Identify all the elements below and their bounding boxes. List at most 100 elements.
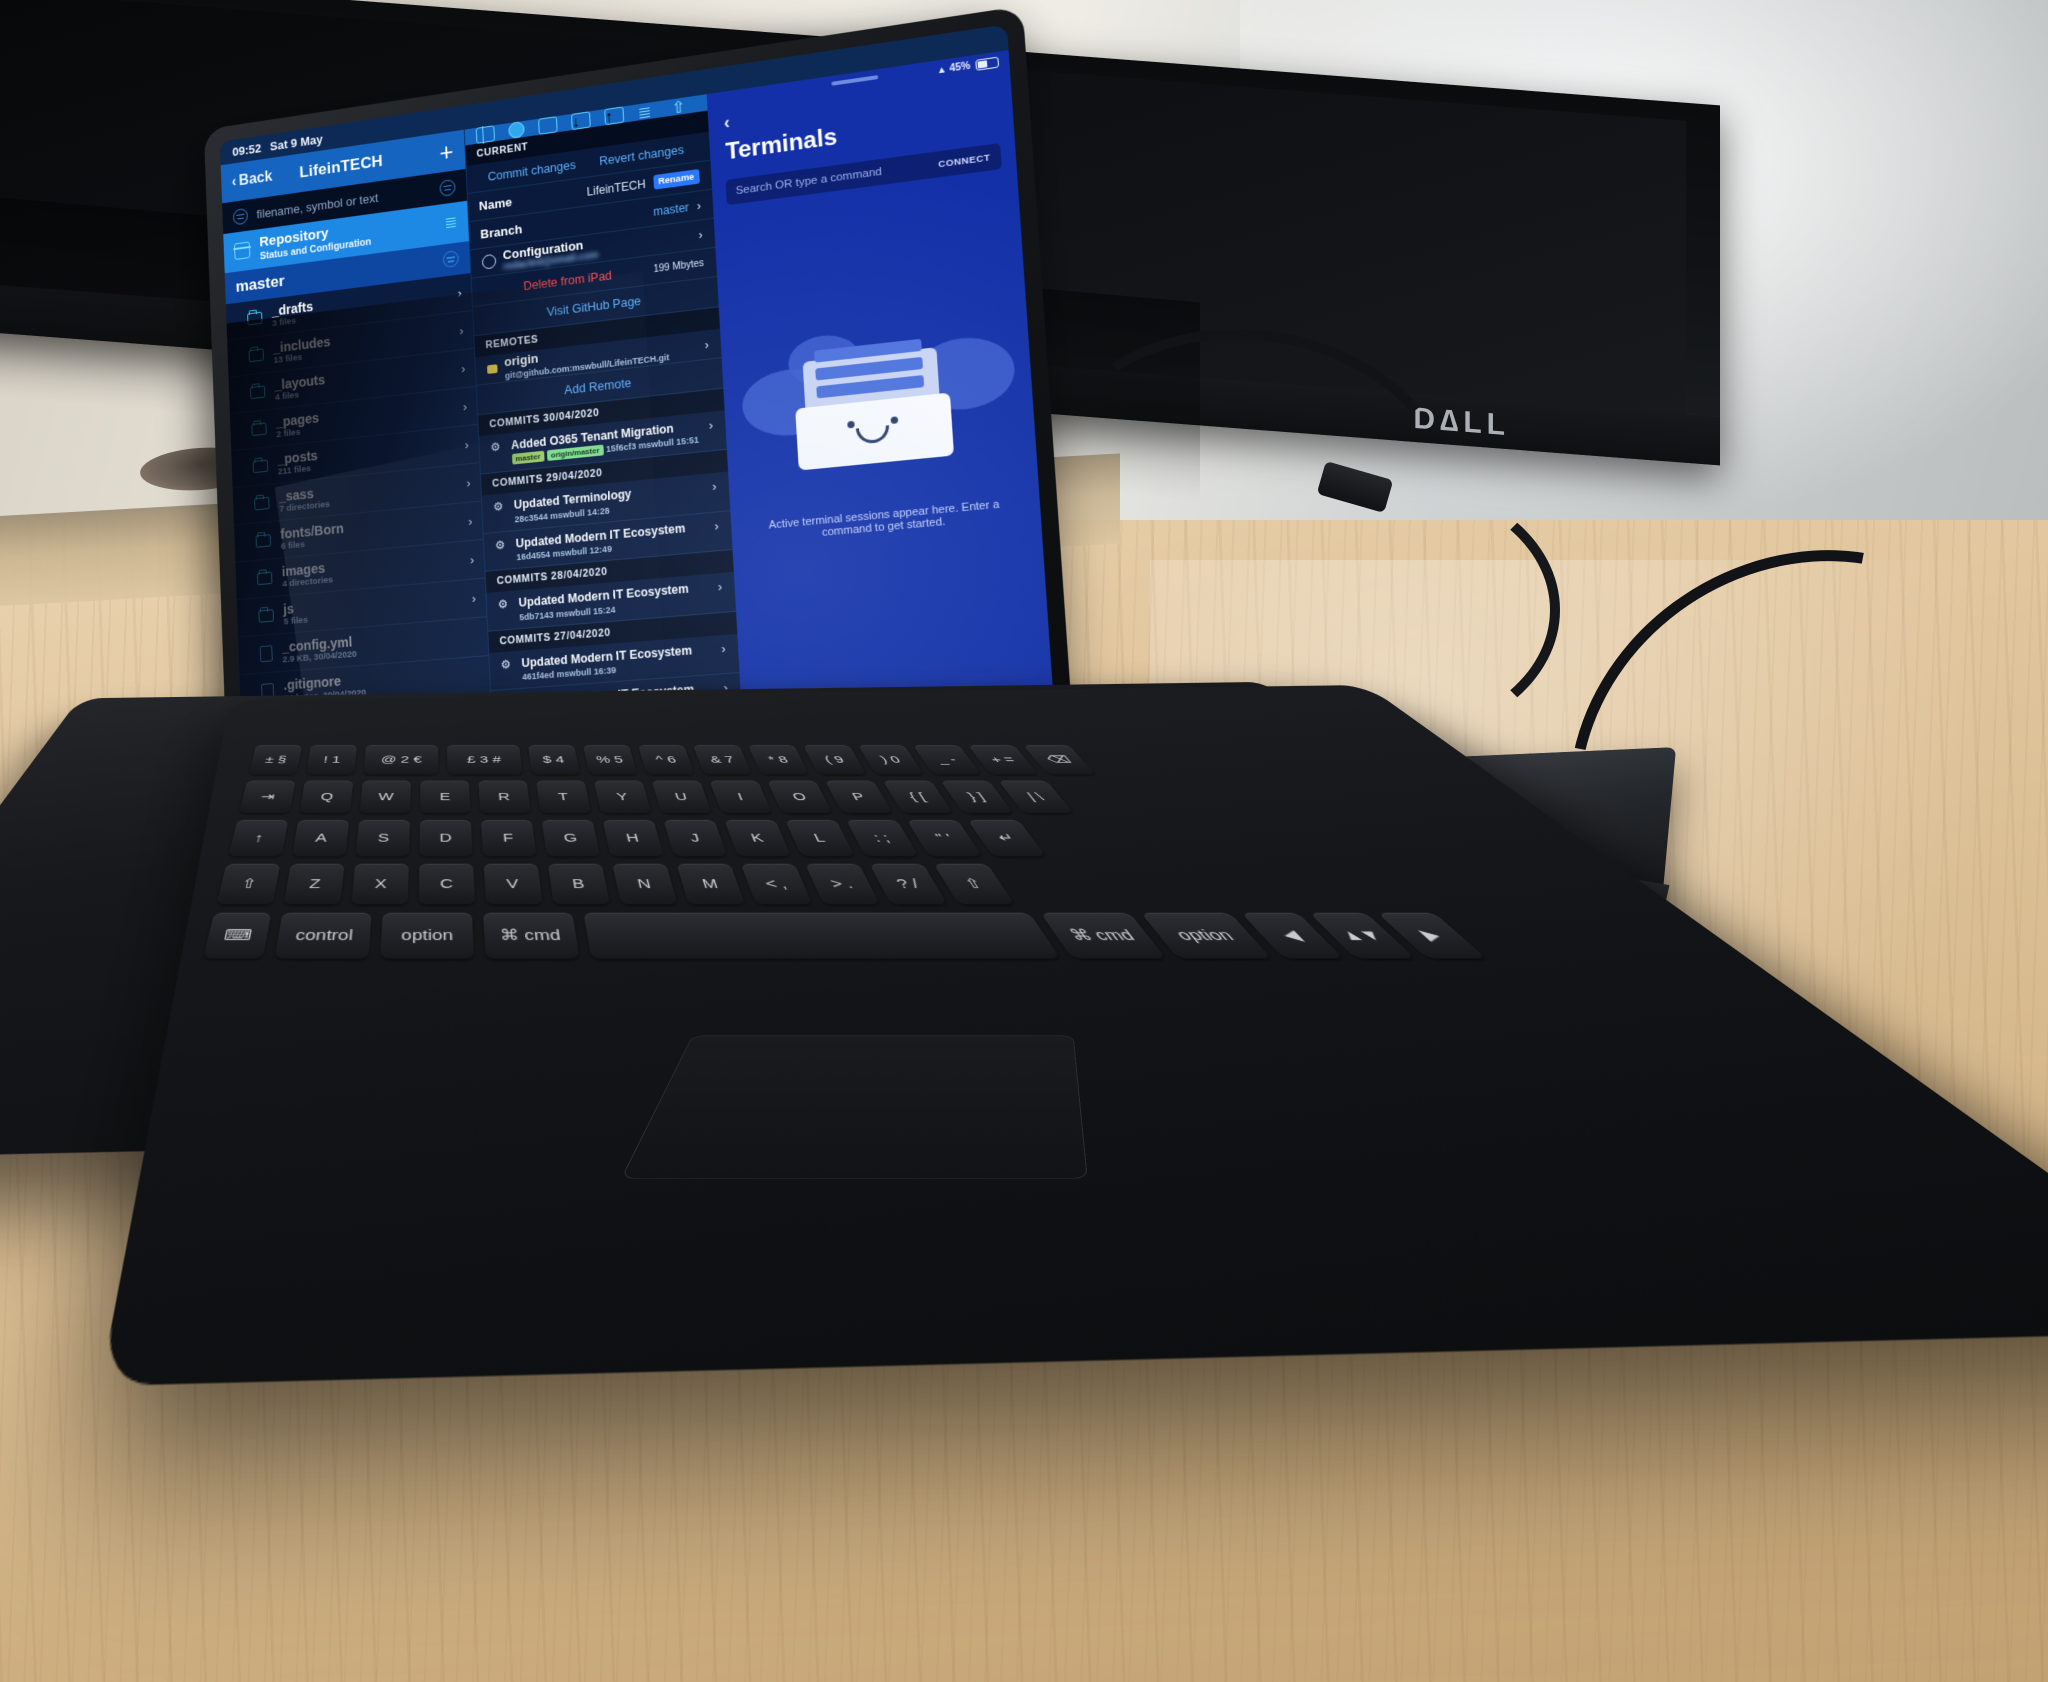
keyboard-key[interactable]: £ 3 # (447, 745, 523, 775)
folder-icon (258, 609, 274, 624)
chevron-right-icon: › (717, 579, 723, 595)
keyboard-key[interactable]: ⌨ (202, 912, 272, 959)
keyboard-key[interactable] (583, 912, 1061, 959)
branch-sync-icon[interactable] (442, 250, 459, 269)
keyboard-key[interactable]: S (355, 819, 410, 857)
keyboard-key[interactable]: ? / (869, 863, 948, 905)
keyboard-key[interactable]: R (478, 780, 531, 814)
keyboard-key[interactable]: control (274, 912, 372, 959)
keyboard-key[interactable]: @ 2 € (363, 745, 439, 775)
keyboard-key[interactable]: Y (593, 780, 652, 814)
keyboard-key[interactable]: ⇧ (933, 863, 1015, 905)
keyboard-key[interactable]: : ; (845, 819, 919, 857)
chevron-right-icon: › (462, 399, 468, 414)
ipad-screen[interactable]: 09:52 Sat 9 May ‹ Back LifeinTECH + file… (219, 24, 1054, 758)
keyboard-key[interactable]: ^ 6 (638, 745, 695, 775)
keyboard-key[interactable]: O (767, 780, 833, 814)
commit-icon: ⚙ (500, 656, 512, 672)
commit-tag: master (511, 451, 545, 465)
keyboard-key[interactable]: ( 9 (803, 745, 867, 775)
keyboard-key[interactable]: A (292, 819, 350, 857)
keyboard-key[interactable]: I (709, 780, 773, 814)
branch-value: master (652, 200, 690, 219)
keyboard-key[interactable]: C (418, 863, 476, 905)
keyboard-key[interactable]: > . (805, 863, 880, 905)
keyboard-key[interactable]: V (483, 863, 543, 905)
keyboard-key[interactable]: W (359, 780, 412, 814)
app-columns: ‹ Back LifeinTECH + filename, symbol or … (220, 50, 1054, 758)
connect-button[interactable]: CONNECT (938, 152, 991, 170)
keyboard-key[interactable]: U (651, 780, 712, 814)
keyboard-key[interactable]: ↑ (228, 819, 289, 857)
keyboard-key[interactable]: Q (299, 780, 354, 814)
keyboard-key[interactable]: M (676, 863, 746, 905)
keyboard-key[interactable]: F (480, 819, 537, 857)
chevron-right-icon: › (698, 227, 703, 242)
keyboard-key[interactable]: * 8 (748, 745, 810, 775)
chevron-right-icon: › (471, 591, 477, 607)
keyboard-key[interactable]: Z (283, 863, 345, 905)
sync-icon[interactable] (438, 178, 456, 197)
keyboard-key[interactable]: T (536, 780, 592, 814)
keyboard-key[interactable]: { [ (882, 780, 954, 814)
pull-icon[interactable]: ↓ (570, 111, 591, 131)
keyboard-key[interactable]: E (420, 780, 471, 814)
folder-icon (247, 311, 263, 326)
keyboard-key[interactable]: ) 0 (858, 745, 924, 775)
keyboard-key[interactable]: B (547, 863, 611, 905)
add-button[interactable]: + (439, 137, 454, 167)
chevron-right-icon: › (714, 518, 720, 534)
commit-icon: ⚙ (494, 537, 506, 553)
chevron-left-icon: ‹ (231, 173, 237, 191)
keyboard-key[interactable]: option (380, 912, 475, 959)
keyboard-key[interactable]: ± § (248, 745, 302, 775)
chevron-right-icon: › (460, 361, 466, 376)
keyboard-key[interactable]: J (663, 819, 728, 857)
chevron-right-icon: › (469, 552, 475, 568)
share-icon[interactable]: ⇧ (671, 97, 691, 117)
file-meta: 5 files (283, 615, 309, 628)
folder-icon (248, 348, 264, 362)
ipad-body: 09:52 Sat 9 May ‹ Back LifeinTECH + file… (203, 5, 1073, 776)
commit-icon: ⚙ (490, 439, 501, 455)
name-label: Name (478, 194, 513, 214)
keyboard-key[interactable]: N (612, 863, 678, 905)
keyboard-key[interactable]: < , (740, 863, 813, 905)
keyboard-key[interactable]: D (419, 819, 473, 857)
trackpad[interactable] (620, 1035, 1088, 1179)
keyboard-key[interactable]: X (351, 863, 409, 905)
wifi-icon: ▴ (938, 64, 945, 77)
empty-state-text: Active terminal sessions appear here. En… (768, 498, 1000, 539)
file-list[interactable]: _drafts 3 files › _includes 13 files › _layout… (225, 272, 493, 758)
keyboard-key[interactable]: ↵ (967, 819, 1047, 857)
repo-size: 199 Mbytes (653, 258, 705, 276)
keyboard-key[interactable]: $ 4 (528, 745, 581, 775)
terminals-empty-state: Active terminal sessions appear here. En… (713, 167, 1054, 724)
split-view-icon[interactable] (475, 125, 495, 144)
keyboard-key[interactable]: K (724, 819, 792, 857)
keyboard-key[interactable]: L (785, 819, 855, 857)
keyboard-key[interactable]: H (602, 819, 664, 857)
rename-button[interactable]: Rename (652, 169, 700, 190)
push-icon[interactable]: ↑ (603, 106, 624, 126)
back-button[interactable]: ‹ Back (231, 169, 272, 191)
keyboard-key[interactable]: P (824, 780, 893, 814)
keyboard-key[interactable]: % 5 (583, 745, 638, 775)
chevron-right-icon: › (457, 285, 463, 300)
keyboard-key[interactable]: ⌘ cmd (483, 912, 580, 959)
keyboard-key[interactable]: G (541, 819, 601, 857)
folder-icon (255, 534, 272, 548)
status-time: 09:52 (232, 140, 262, 159)
keyboard-key[interactable]: ⇥ (239, 780, 296, 814)
keyboard-row: ⇧ Z X C V B N M < , > .? / ⇧ (209, 863, 1595, 905)
photo-scene: D∆LL 09:52 Sat 9 May ‹ Back LifeinTECH +… (0, 0, 2048, 1682)
comment-icon[interactable] (537, 116, 558, 135)
keyboard-key[interactable]: ! 1 (305, 745, 357, 775)
keyboard-row: ↑ A S D F G H J K L: ; " ' ↵ (221, 819, 1530, 857)
folder-icon (251, 422, 267, 436)
filter-icon[interactable]: ≣ (637, 102, 657, 122)
folder-icon (249, 385, 266, 399)
filter-icon[interactable]: ≣ (444, 213, 457, 233)
keyboard-key[interactable]: & 7 (693, 745, 752, 775)
keyboard-key[interactable]: ⇧ (216, 863, 281, 905)
